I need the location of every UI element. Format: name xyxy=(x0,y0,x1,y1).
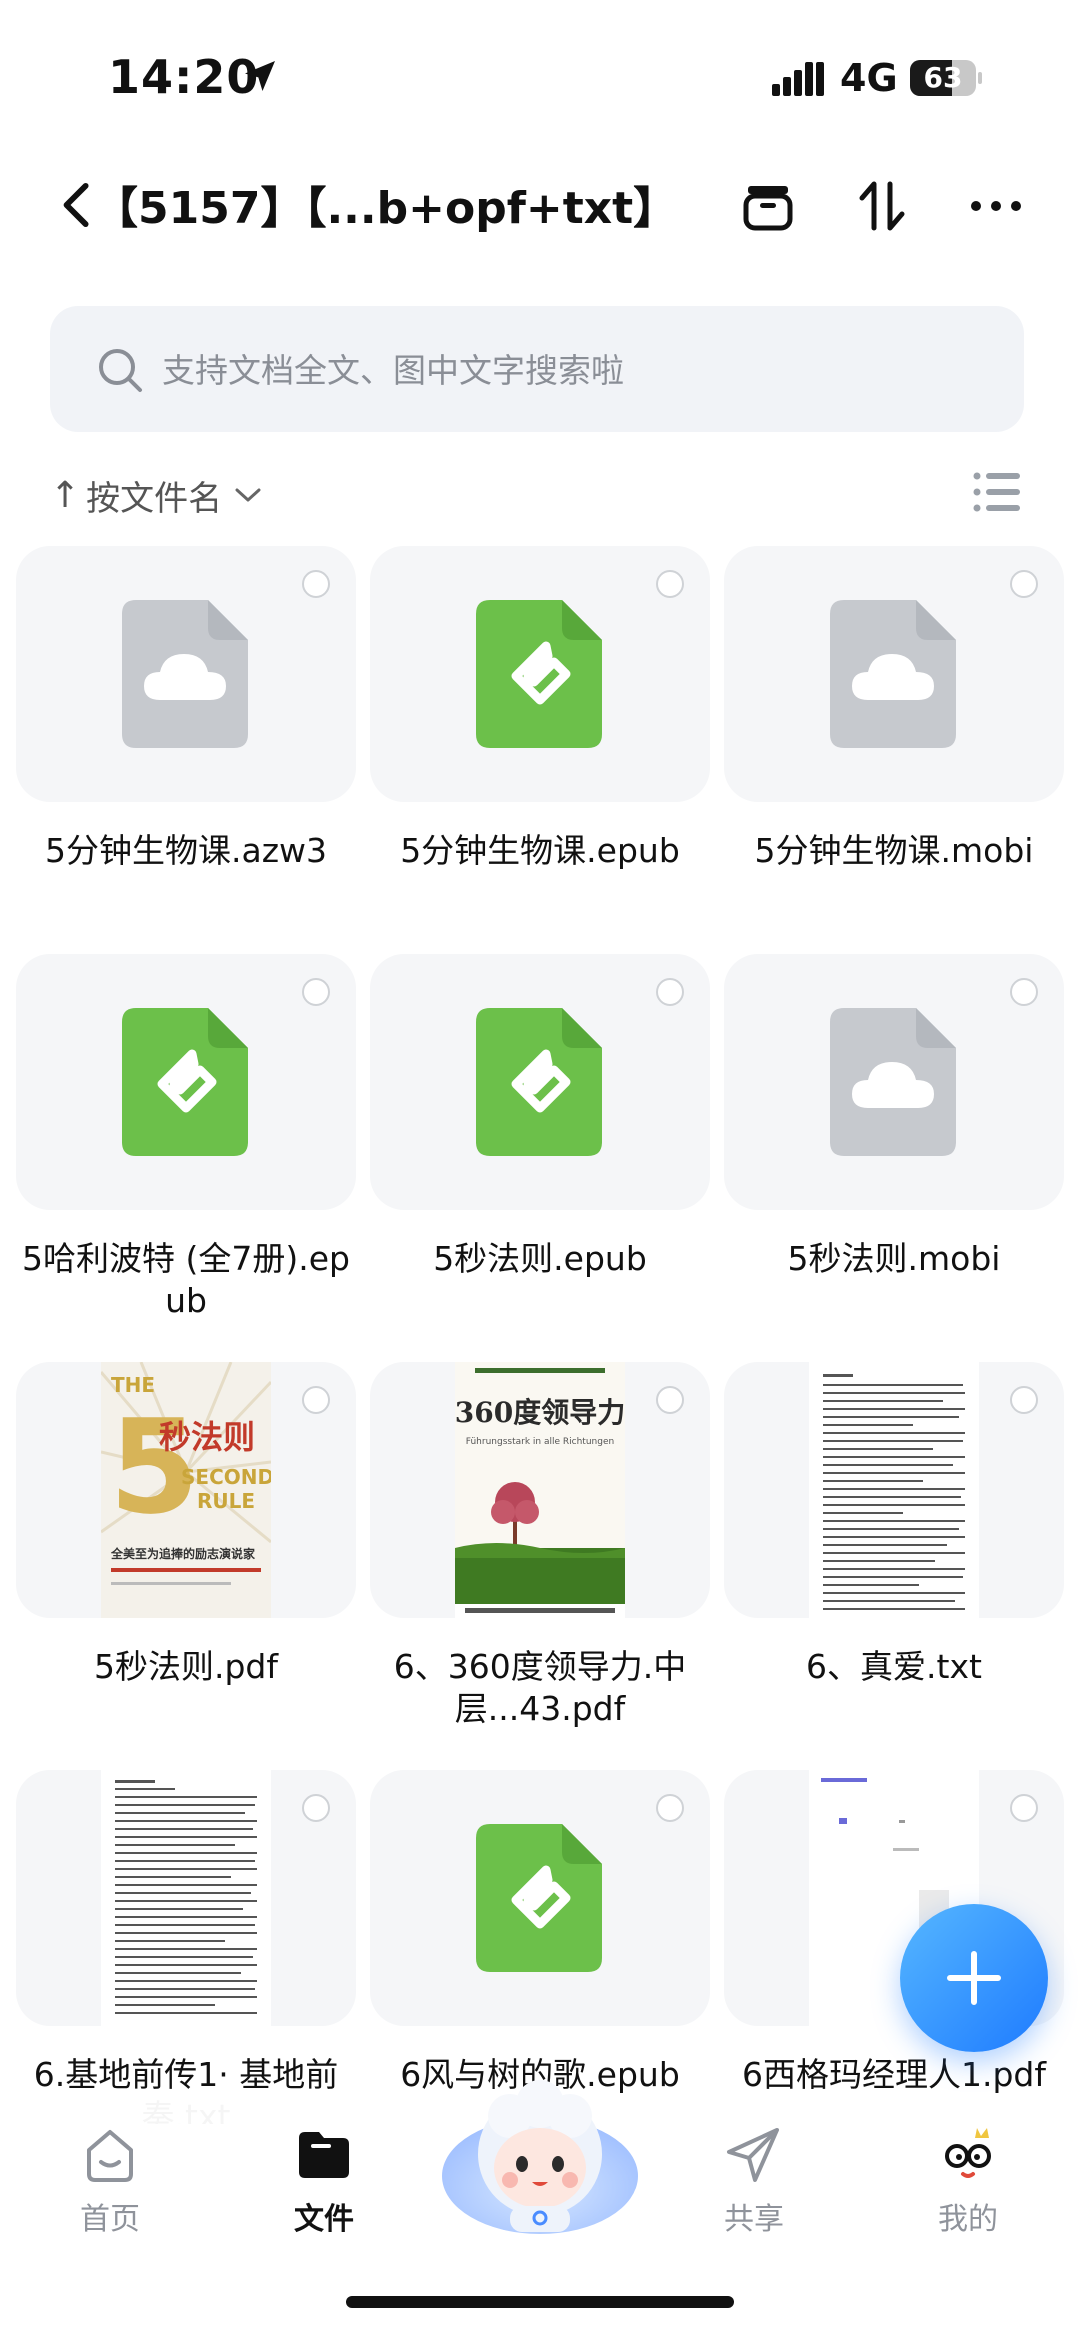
list-view-icon[interactable] xyxy=(972,470,1020,514)
file-name: 5哈利波特 (全7册).epub xyxy=(22,1239,350,1320)
cloud-file-icon xyxy=(122,600,248,748)
sort-order-icon[interactable] xyxy=(852,176,912,236)
tab-label: 首页 xyxy=(80,2202,140,2237)
file-tile[interactable] xyxy=(370,954,710,1210)
home-icon xyxy=(87,2130,133,2182)
sort-selector[interactable]: ↑ 按文件名 xyxy=(50,470,262,520)
file-name: 6、360度领导力.中层...43.pdf xyxy=(393,1647,687,1728)
pdf-cover-thumbnail: 360度领导力 Führungsstark in alle Richtungen xyxy=(455,1362,625,1618)
folder-icon xyxy=(299,2132,349,2178)
select-circle[interactable] xyxy=(1010,978,1038,1006)
status-time: 14:20 xyxy=(108,50,260,104)
status-bar: 14:20 4G 63 xyxy=(0,0,1080,150)
text-lines-preview xyxy=(101,1770,271,2026)
tab-files[interactable]: 文件 xyxy=(254,2122,394,2238)
select-circle[interactable] xyxy=(302,570,330,598)
search-input[interactable] xyxy=(160,336,984,404)
select-circle[interactable] xyxy=(656,978,684,1006)
book-cover-5-second-rule: THE 5 秒法则 SECOND RULE 全美至为追捧的励志演说家 xyxy=(99,1362,274,1618)
sort-up-arrow-icon: ↑ xyxy=(50,474,81,516)
file-tile[interactable]: 360度领导力 Führungsstark in alle Richtungen xyxy=(370,1362,710,1618)
home-indicator xyxy=(346,2296,734,2308)
file-name: 5秒法则.epub xyxy=(433,1239,647,1278)
file-tile[interactable] xyxy=(16,954,356,1210)
select-circle[interactable] xyxy=(1010,570,1038,598)
mascot-assistant-icon[interactable] xyxy=(440,2076,640,2236)
book-cover-360-leadership: 360度领导力 Führungsstark in alle Richtungen xyxy=(455,1362,625,1618)
tab-label: 文件 xyxy=(294,2202,354,2237)
select-circle[interactable] xyxy=(1010,1386,1038,1414)
file-name: 5秒法则.mobi xyxy=(787,1239,1001,1278)
epub-file-icon xyxy=(476,1008,602,1156)
select-circle[interactable] xyxy=(656,1386,684,1414)
file-name: 6、真爱.txt xyxy=(806,1647,982,1686)
more-options-icon[interactable] xyxy=(966,176,1026,236)
cover-title: 秒法则 xyxy=(159,1418,255,1456)
folder-title: 【5157】【...b+opf+txt】 xyxy=(94,183,678,234)
epub-file-icon xyxy=(476,600,602,748)
pdf-cover-thumbnail: THE 5 秒法则 SECOND RULE 全美至为追捧的励志演说家 xyxy=(99,1362,274,1618)
add-button[interactable] xyxy=(900,1904,1048,2052)
text-doc-thumbnail xyxy=(101,1770,271,2026)
tab-home[interactable]: 首页 xyxy=(40,2122,180,2238)
select-circle[interactable] xyxy=(656,1794,684,1822)
file-tile[interactable] xyxy=(370,546,710,802)
select-circle[interactable] xyxy=(302,1386,330,1414)
tab-mine[interactable]: 我的 xyxy=(898,2122,1038,2238)
search-bar[interactable] xyxy=(50,306,1024,432)
cover-blurb: 全美至为追捧的励志演说家 xyxy=(110,1546,256,1561)
battery-icon: 63 xyxy=(910,60,982,96)
text-doc-thumbnail xyxy=(809,1362,979,1618)
sort-label: 按文件名 xyxy=(86,478,223,519)
text-lines-preview xyxy=(809,1362,979,1618)
epub-file-icon xyxy=(476,1824,602,1972)
archive-box-icon[interactable] xyxy=(738,176,798,236)
plus-icon xyxy=(947,1951,1001,2005)
select-circle[interactable] xyxy=(656,570,684,598)
cover-en2: RULE xyxy=(197,1489,255,1513)
profile-face-icon xyxy=(945,2128,991,2178)
location-arrow-icon xyxy=(245,61,275,91)
back-icon[interactable] xyxy=(58,182,98,228)
network-type: 4G xyxy=(840,56,898,100)
epub-file-icon xyxy=(122,1008,248,1156)
file-name: 5分钟生物课.epub xyxy=(400,831,680,870)
file-name: 5分钟生物课.mobi xyxy=(754,831,1034,870)
file-tile[interactable] xyxy=(724,546,1064,802)
file-tile[interactable] xyxy=(724,954,1064,1210)
tab-label: 共享 xyxy=(724,2202,784,2237)
file-name: 5秒法则.pdf xyxy=(94,1647,278,1686)
nav-bar: 【5157】【...b+opf+txt】 xyxy=(0,160,1080,250)
select-circle[interactable] xyxy=(302,978,330,1006)
file-tile[interactable] xyxy=(370,1770,710,2026)
search-icon xyxy=(99,349,142,392)
cellular-signal-icon xyxy=(772,62,824,96)
share-send-icon xyxy=(727,2128,779,2182)
file-tile[interactable] xyxy=(16,1770,356,2026)
file-tile[interactable] xyxy=(16,546,356,802)
cloud-file-icon xyxy=(830,600,956,748)
file-name: 5分钟生物课.azw3 xyxy=(44,831,327,870)
cover-title: 360度领导力 xyxy=(455,1396,625,1429)
tab-share[interactable]: 共享 xyxy=(684,2122,824,2238)
cover-subtitle: Führungsstark in alle Richtungen xyxy=(466,1437,614,1447)
cloud-file-icon xyxy=(830,1008,956,1156)
file-tile[interactable] xyxy=(724,1362,1064,1618)
select-circle[interactable] xyxy=(1010,1794,1038,1822)
cover-en1: SECOND xyxy=(181,1465,271,1489)
tab-label: 我的 xyxy=(938,2202,998,2237)
battery-level: 63 xyxy=(923,61,963,94)
file-tile[interactable]: THE 5 秒法则 SECOND RULE 全美至为追捧的励志演说家 xyxy=(16,1362,356,1618)
chevron-down-icon xyxy=(235,488,261,502)
select-circle[interactable] xyxy=(302,1794,330,1822)
